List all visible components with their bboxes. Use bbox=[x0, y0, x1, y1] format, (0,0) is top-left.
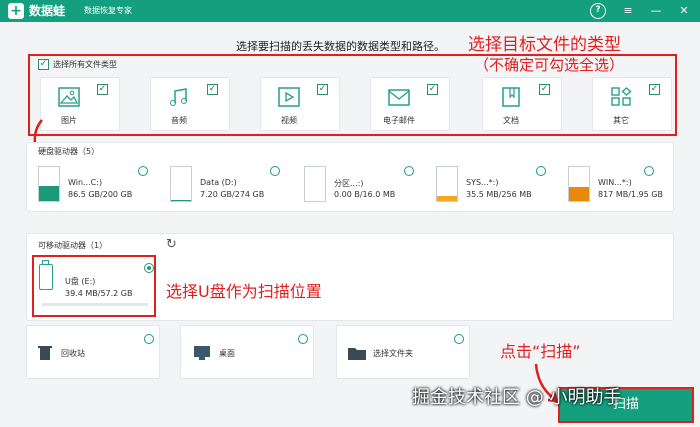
drive-icon bbox=[568, 166, 590, 202]
drive-radio[interactable] bbox=[270, 166, 280, 176]
file-type-label: 文档 bbox=[503, 116, 519, 125]
file-type-checkbox[interactable]: ✓ bbox=[539, 84, 550, 95]
drive-name: WIN...*:) bbox=[598, 178, 632, 187]
drive-radio[interactable] bbox=[644, 166, 654, 176]
file-type-checkbox[interactable]: ✓ bbox=[207, 84, 218, 95]
folder-icon bbox=[348, 348, 366, 360]
app-subtitle: 数据恢复专家 bbox=[84, 6, 132, 15]
close-button[interactable]: ✕ bbox=[676, 3, 692, 19]
file-type-card-picture[interactable]: ✓ 图片 bbox=[40, 77, 120, 131]
desktop-icon bbox=[194, 346, 210, 360]
file-types-highlight bbox=[28, 54, 677, 136]
file-type-checkbox[interactable]: ✓ bbox=[317, 84, 328, 95]
email-icon bbox=[388, 87, 410, 111]
file-type-label: 音频 bbox=[171, 116, 187, 125]
file-type-card-video[interactable]: ✓ 视频 bbox=[260, 77, 340, 131]
file-type-label: 图片 bbox=[61, 116, 77, 125]
video-icon bbox=[278, 87, 300, 111]
usb-drive-card[interactable]: U盘 (E:) 39.4 MB/57.2 GB bbox=[32, 255, 156, 317]
annotation-click-scan: 点击“扫描” bbox=[500, 342, 581, 361]
file-type-label: 视频 bbox=[281, 116, 297, 125]
recycle-bin-card[interactable]: 回收站 bbox=[26, 325, 160, 379]
annotation-select-type: 选择目标文件的类型 bbox=[468, 35, 621, 55]
drive-name: Data (D:) bbox=[200, 178, 237, 187]
file-type-label: 电子邮件 bbox=[383, 116, 415, 125]
drive-radio[interactable] bbox=[404, 166, 414, 176]
recycle-bin-label: 回收站 bbox=[61, 349, 85, 358]
desktop-card[interactable]: 桌面 bbox=[180, 325, 314, 379]
usb-drive-icon bbox=[39, 260, 53, 290]
drive-size: 0.00 B/16.0 MB bbox=[334, 190, 396, 199]
help-icon[interactable]: ? bbox=[590, 3, 606, 19]
annotation-usb-note: 选择U盘作为扫描位置 bbox=[166, 282, 322, 301]
select-all-types-label: 选择所有文件类型 bbox=[53, 60, 117, 69]
removable-drives-title: 可移动驱动器（1） bbox=[38, 241, 108, 250]
file-type-checkbox[interactable]: ✓ bbox=[97, 84, 108, 95]
select-all-types-checkbox[interactable]: ✓ bbox=[38, 59, 49, 70]
file-type-checkbox[interactable]: ✓ bbox=[649, 84, 660, 95]
menu-icon[interactable]: ≡ bbox=[620, 3, 636, 19]
drive-size: 35.5 MB/256 MB bbox=[466, 190, 532, 199]
drive-name: Win...C:) bbox=[68, 178, 103, 187]
file-type-label: 其它 bbox=[613, 116, 629, 125]
document-icon bbox=[500, 87, 522, 111]
desktop-radio[interactable] bbox=[298, 334, 308, 344]
picture-icon bbox=[58, 87, 80, 111]
usb-drive-size: 39.4 MB/57.2 GB bbox=[65, 289, 133, 298]
drive-icon bbox=[170, 166, 192, 202]
file-type-card-other[interactable]: ✓ 其它 bbox=[592, 77, 672, 131]
drive-size: 817 MB/1.95 GB bbox=[598, 190, 663, 199]
usb-drive-name: U盘 (E:) bbox=[65, 277, 96, 286]
app-logo-icon: + bbox=[8, 3, 24, 19]
recycle-bin-radio[interactable] bbox=[144, 334, 154, 344]
drive-icon bbox=[436, 166, 458, 202]
choose-folder-radio[interactable] bbox=[454, 334, 464, 344]
choose-folder-label: 选择文件夹 bbox=[373, 349, 413, 358]
file-type-card-email[interactable]: ✓ 电子邮件 bbox=[370, 77, 450, 131]
file-type-checkbox[interactable]: ✓ bbox=[427, 84, 438, 95]
file-type-card-music-note[interactable]: ✓ 音频 bbox=[150, 77, 230, 131]
refresh-icon[interactable]: ↻ bbox=[166, 237, 177, 252]
drive-name: 分区...:) bbox=[334, 179, 364, 188]
hard-drive-item[interactable]: WIN...*:) 817 MB/1.95 GB bbox=[568, 166, 688, 212]
desktop-label: 桌面 bbox=[219, 349, 235, 358]
music-note-icon bbox=[168, 87, 190, 111]
drive-radio[interactable] bbox=[138, 166, 148, 176]
recycle-bin-icon bbox=[38, 346, 52, 360]
drive-size: 7.20 GB/274 GB bbox=[200, 190, 265, 199]
drive-icon bbox=[304, 166, 326, 202]
drive-radio[interactable] bbox=[536, 166, 546, 176]
other-icon bbox=[610, 87, 632, 111]
drive-icon bbox=[38, 166, 60, 202]
usb-drive-radio[interactable] bbox=[144, 263, 154, 273]
hard-drives-title: 硬盘驱动器（5） bbox=[38, 147, 100, 156]
watermark: 掘金技术社区 @ 小明助手 bbox=[412, 387, 622, 408]
drive-size: 86.5 GB/200 GB bbox=[68, 190, 133, 199]
instruction-text: 选择要扫描的丢失数据的数据类型和路径。 bbox=[236, 40, 445, 53]
file-type-card-document[interactable]: ✓ 文档 bbox=[482, 77, 562, 131]
title-bar: + 数据蛙 数据恢复专家 ? ≡ — ✕ bbox=[0, 0, 700, 22]
app-name: 数据蛙 bbox=[29, 4, 66, 18]
choose-folder-card[interactable]: 选择文件夹 bbox=[336, 325, 470, 379]
drive-name: SYS...*:) bbox=[466, 178, 499, 187]
usb-usage-bar bbox=[42, 303, 148, 306]
minimize-button[interactable]: — bbox=[648, 3, 664, 19]
